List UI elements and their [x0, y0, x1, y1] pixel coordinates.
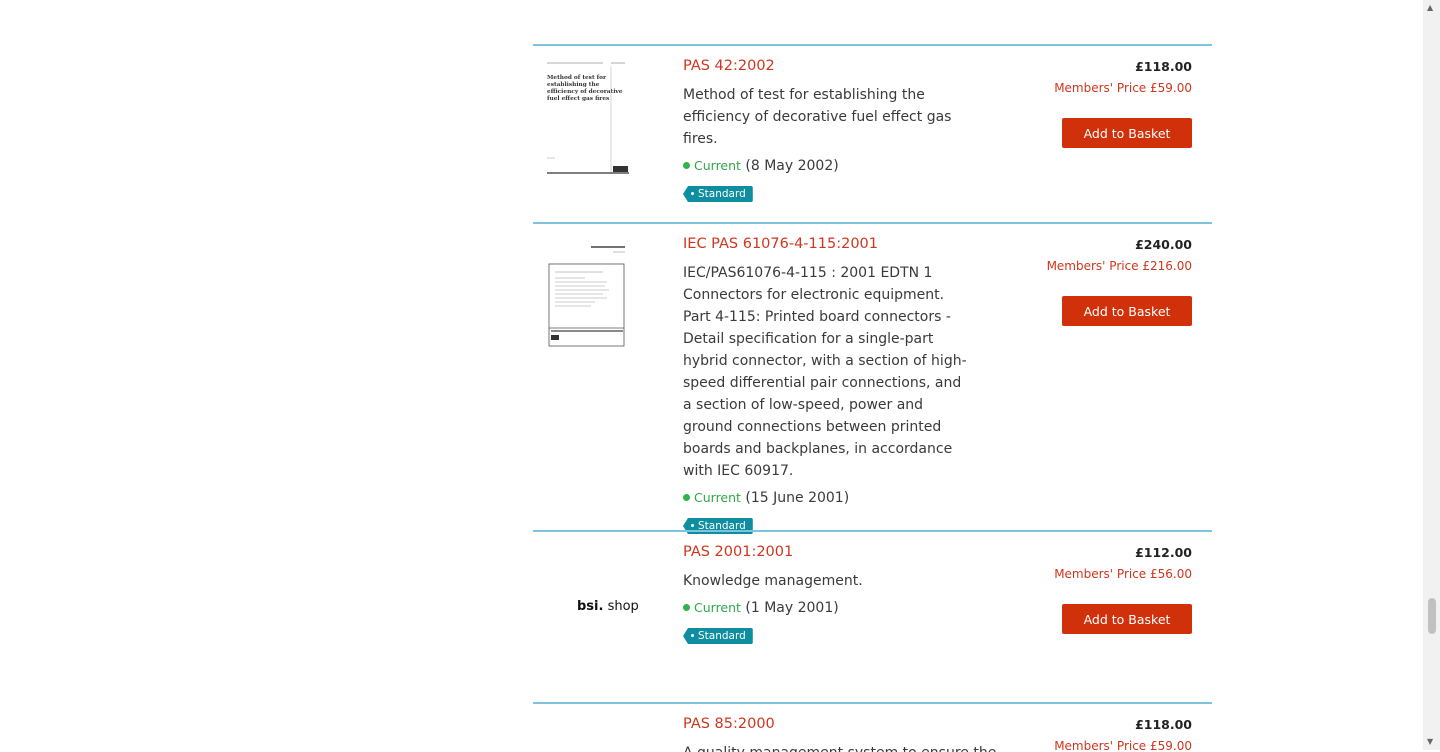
add-to-basket-button[interactable]: Add to Basket [1062, 296, 1192, 326]
badge-dot-icon [691, 192, 694, 195]
document-cover-icon: Method of test for establishing the effi… [545, 58, 629, 176]
members-price: Members' Price £59.00 [1054, 81, 1192, 95]
status-date: (1 May 2001) [745, 600, 839, 616]
status-dot-icon [683, 494, 690, 501]
svg-text:establishing the: establishing the [547, 82, 600, 88]
document-cover-icon [545, 244, 629, 348]
product-title-link[interactable]: IEC PAS 61076-4-115:2001 [683, 236, 878, 252]
product-price: £118.00 [1135, 59, 1192, 74]
product-item: PAS 85:2000 A quality management system … [533, 702, 1212, 752]
product-description: A quality management system to ensure th… [683, 742, 996, 752]
product-item: IEC PAS 61076-4-115:2001 IEC/PAS61076-4-… [533, 222, 1212, 534]
product-status: Current (8 May 2002) [683, 155, 973, 177]
product-item: bsi. shop PAS 2001:2001 Knowledge manage… [533, 530, 1212, 703]
status-label: Current [694, 600, 741, 615]
add-to-basket-button[interactable]: Add to Basket [1062, 604, 1192, 634]
vertical-scrollbar[interactable]: ▲ ▼ [1423, 0, 1440, 750]
product-status: Current (15 June 2001) [683, 487, 973, 509]
product-thumbnail[interactable] [545, 244, 629, 352]
scrollbar-thumb[interactable] [1428, 598, 1436, 634]
logo-bold-text: bsi. [577, 599, 604, 614]
svg-text:fuel effect gas fires: fuel effect gas fires [547, 96, 610, 102]
product-description: Knowledge management. [683, 573, 863, 589]
product-description: IEC/PAS61076-4-115 : 2001 EDTN 1 Connect… [683, 265, 967, 479]
status-date: (15 June 2001) [745, 490, 850, 506]
standard-badge: Standard [683, 628, 753, 644]
product-details: Knowledge management. Current (1 May 200… [683, 570, 973, 646]
status-label: Current [694, 490, 741, 505]
product-details: Method of test for establishing the effi… [683, 84, 973, 204]
product-details: IEC/PAS61076-4-115 : 2001 EDTN 1 Connect… [683, 262, 973, 536]
product-price: £112.00 [1135, 545, 1192, 560]
members-price: Members' Price £56.00 [1054, 567, 1192, 581]
add-to-basket-button[interactable]: Add to Basket [1062, 118, 1192, 148]
status-dot-icon [683, 604, 690, 611]
scroll-up-arrow-icon[interactable]: ▲ [1427, 4, 1433, 12]
product-price: £240.00 [1135, 237, 1192, 252]
members-price: Members' Price £216.00 [1046, 259, 1192, 273]
product-description: Method of test for establishing the effi… [683, 87, 952, 147]
status-dot-icon [683, 162, 690, 169]
badge-label: Standard [698, 630, 746, 642]
badge-dot-icon [691, 634, 694, 637]
members-price: Members' Price £59.00 [1054, 739, 1192, 752]
badge-label: Standard [698, 188, 746, 200]
product-price: £118.00 [1135, 717, 1192, 732]
product-item: Method of test for establishing the effi… [533, 44, 1212, 223]
product-title-link[interactable]: PAS 42:2002 [683, 58, 775, 74]
scroll-down-arrow-icon[interactable]: ▼ [1427, 738, 1433, 746]
standard-badge: Standard [683, 186, 753, 202]
product-status: Current (1 May 2001) [683, 597, 973, 619]
bsi-shop-logo: bsi. shop [577, 599, 639, 614]
svg-text:efficiency of decorative: efficiency of decorative [547, 89, 623, 95]
status-label: Current [694, 158, 741, 173]
product-thumbnail[interactable]: Method of test for establishing the effi… [545, 58, 629, 180]
product-title-link[interactable]: PAS 2001:2001 [683, 544, 793, 560]
logo-text: shop [603, 599, 639, 614]
svg-text:Method of test for: Method of test for [547, 75, 607, 81]
badge-dot-icon [691, 524, 694, 527]
status-date: (8 May 2002) [745, 158, 839, 174]
product-title-link[interactable]: PAS 85:2000 [683, 716, 775, 732]
